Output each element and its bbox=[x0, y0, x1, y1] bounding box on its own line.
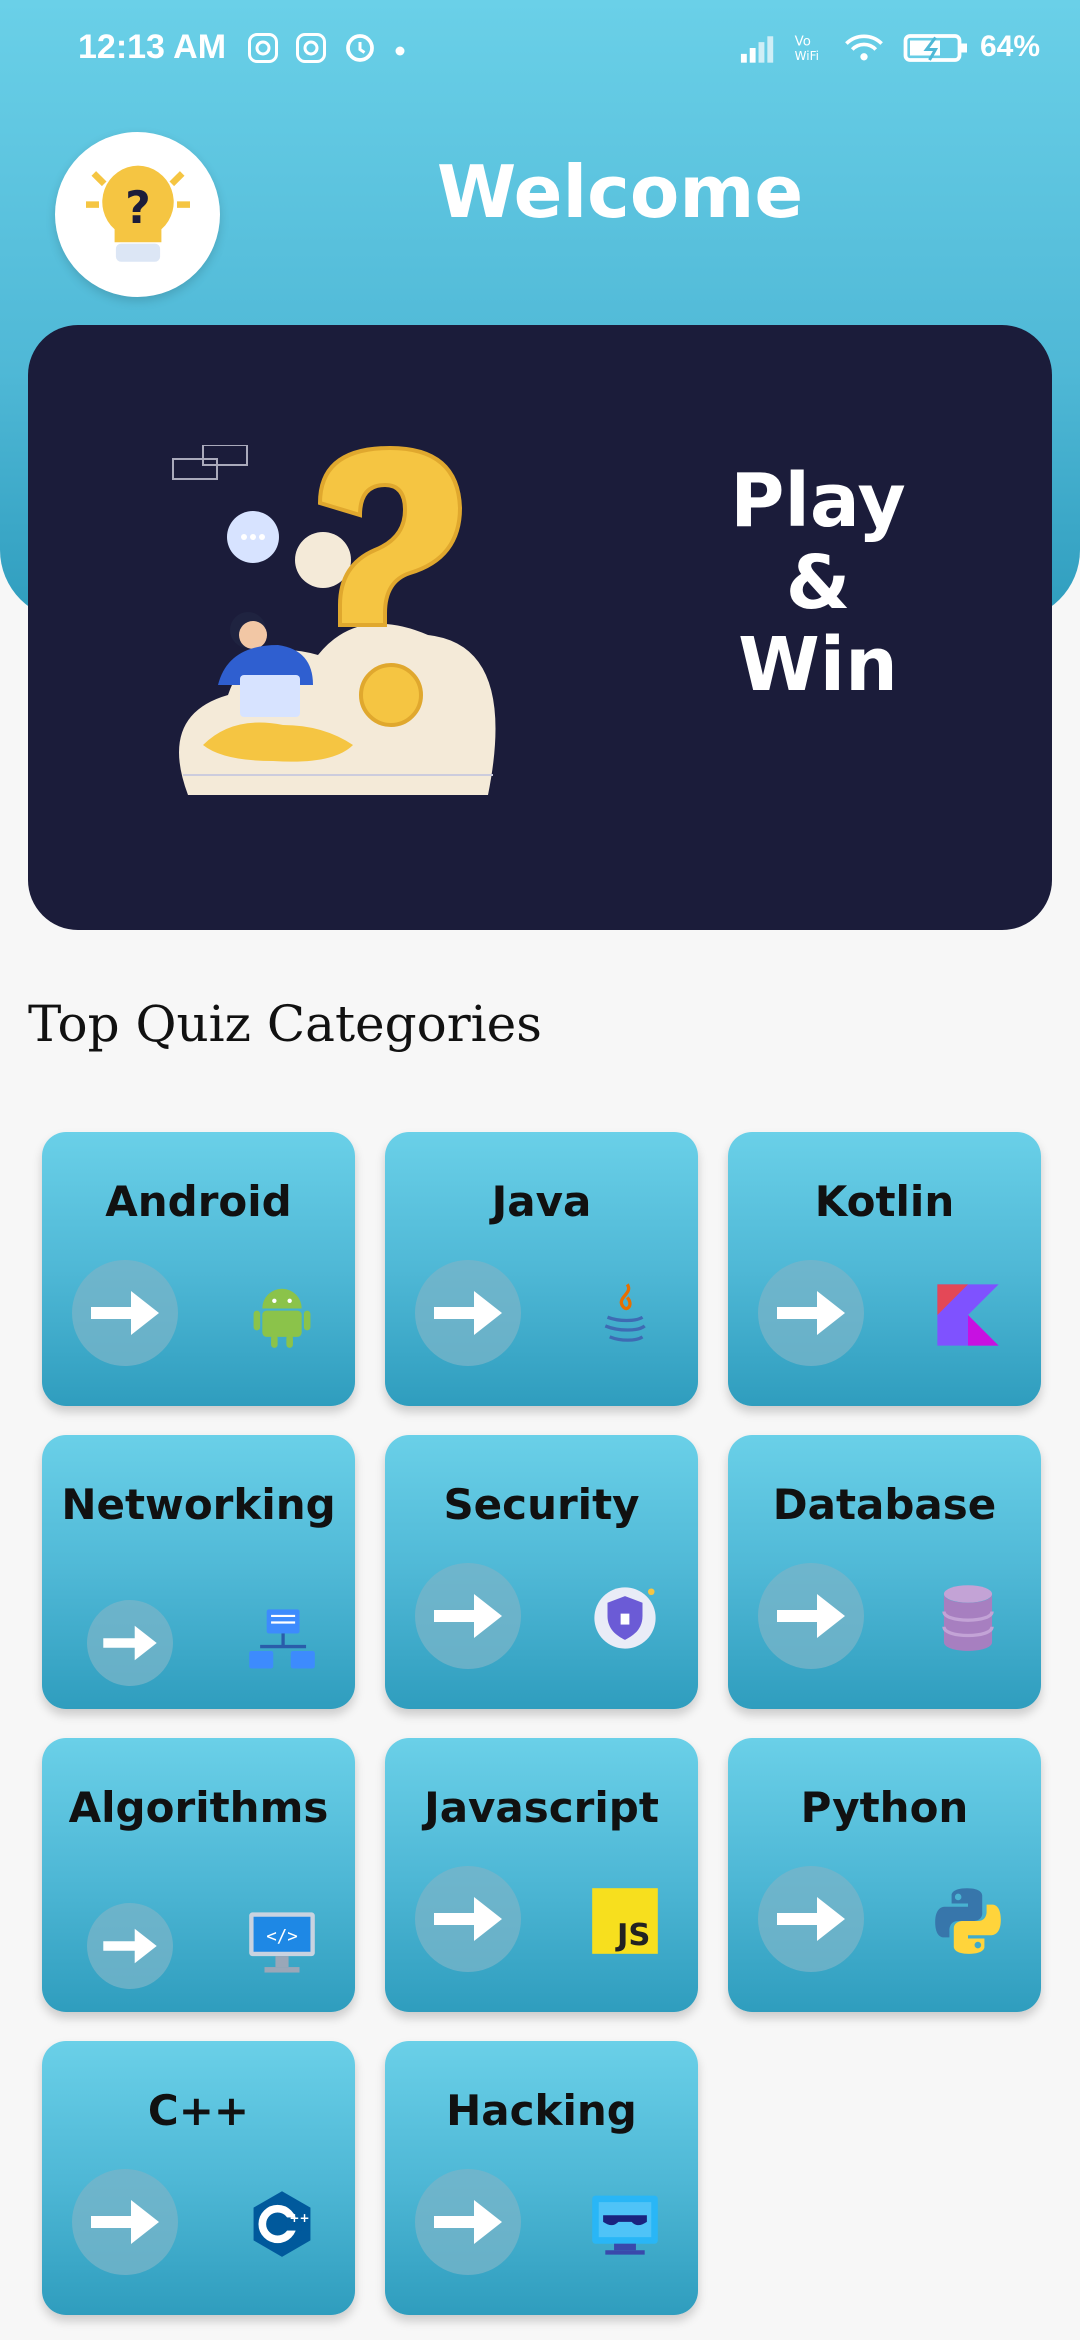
category-card-networking[interactable]: Networking bbox=[42, 1435, 355, 1709]
svg-text:++: ++ bbox=[289, 2211, 309, 2225]
banner-line-2: & bbox=[785, 540, 851, 626]
category-card-database[interactable]: Database bbox=[728, 1435, 1041, 1709]
arrow-right-button[interactable] bbox=[415, 1563, 521, 1669]
arrow-right-icon bbox=[434, 1897, 502, 1941]
lightbulb-icon: ? bbox=[85, 165, 190, 262]
svg-text:JS: JS bbox=[615, 1918, 650, 1953]
kotlin-icon bbox=[937, 1284, 999, 1346]
arrow-right-button[interactable] bbox=[415, 1260, 521, 1366]
category-title: Java bbox=[491, 1177, 592, 1226]
instagram-icon bbox=[296, 33, 326, 63]
category-card-cpp[interactable]: C++ ++ bbox=[42, 2041, 355, 2315]
banner-line-3: Win bbox=[738, 622, 898, 708]
category-card-algorithms[interactable]: Algorithms </> bbox=[42, 1738, 355, 2012]
arrow-right-icon bbox=[103, 1625, 157, 1661]
battery-percentage: 64% bbox=[980, 30, 1041, 63]
category-grid: Android Java Kotlin Networking Security … bbox=[42, 1132, 1042, 2340]
instagram-icon bbox=[248, 33, 278, 63]
arrow-right-button[interactable] bbox=[87, 1903, 173, 1989]
category-card-hacking[interactable]: Hacking bbox=[385, 2041, 698, 2315]
arrow-right-icon bbox=[777, 1594, 845, 1638]
category-card-javascript[interactable]: Javascript JS bbox=[385, 1738, 698, 2012]
category-title: Javascript bbox=[424, 1783, 659, 1832]
category-title: C++ bbox=[147, 2086, 250, 2135]
arrow-right-icon bbox=[91, 1291, 159, 1335]
java-icon bbox=[604, 1283, 646, 1342]
svg-text:WiFi: WiFi bbox=[795, 49, 819, 63]
arrow-right-button[interactable] bbox=[87, 1600, 173, 1686]
arrow-right-button[interactable] bbox=[415, 2169, 521, 2275]
wifi-icon bbox=[845, 34, 883, 61]
status-bar: 12:13 AM Vo WiFi 64% bbox=[0, 0, 1080, 100]
banner-line-1: Play bbox=[730, 458, 906, 544]
arrow-right-icon bbox=[103, 1928, 157, 1964]
arrow-right-button[interactable] bbox=[415, 1866, 521, 1972]
signal-icon bbox=[740, 36, 774, 63]
category-title: Kotlin bbox=[814, 1177, 955, 1226]
category-card-python[interactable]: Python bbox=[728, 1738, 1041, 2012]
category-card-security[interactable]: Security bbox=[385, 1435, 698, 1709]
arrow-right-button[interactable] bbox=[758, 1563, 864, 1669]
battery-icon bbox=[903, 34, 967, 62]
hacker-icon bbox=[592, 2195, 658, 2255]
cpp-icon: ++ bbox=[253, 2191, 311, 2257]
vowifi-icon: VoWiFi bbox=[795, 34, 819, 63]
arrow-right-icon bbox=[777, 1897, 845, 1941]
status-time: 12:13 AM bbox=[78, 28, 227, 66]
python-icon bbox=[935, 1888, 1001, 1954]
category-card-android[interactable]: Android bbox=[42, 1132, 355, 1406]
arrow-right-icon bbox=[91, 2200, 159, 2244]
sync-icon bbox=[346, 34, 374, 62]
arrow-right-button[interactable] bbox=[758, 1260, 864, 1366]
arrow-right-button[interactable] bbox=[758, 1866, 864, 1972]
category-title: Python bbox=[800, 1783, 969, 1832]
database-icon bbox=[942, 1585, 994, 1651]
android-icon bbox=[253, 1288, 311, 1348]
svg-text:?: ? bbox=[125, 182, 151, 233]
dot-icon bbox=[395, 46, 405, 56]
category-title: Algorithms bbox=[68, 1783, 329, 1832]
quiz-illustration bbox=[172, 445, 496, 795]
svg-text:Vo: Vo bbox=[795, 34, 811, 49]
code-monitor-icon: </> bbox=[249, 1912, 315, 1973]
category-title: Hacking bbox=[446, 2086, 637, 2135]
category-title: Android bbox=[105, 1177, 292, 1226]
category-title: Security bbox=[443, 1480, 640, 1529]
category-title: Database bbox=[772, 1480, 997, 1529]
arrow-right-button[interactable] bbox=[72, 2169, 178, 2275]
category-card-java[interactable]: Java bbox=[385, 1132, 698, 1406]
arrow-right-icon bbox=[434, 1291, 502, 1335]
category-card-kotlin[interactable]: Kotlin bbox=[728, 1132, 1041, 1406]
app-logo: ? bbox=[55, 132, 220, 297]
category-title: Networking bbox=[61, 1480, 336, 1529]
js-icon: JS bbox=[592, 1888, 658, 1954]
play-and-win-banner[interactable]: Play & Win bbox=[28, 325, 1052, 930]
shield-icon bbox=[594, 1587, 656, 1649]
section-title: Top Quiz Categories bbox=[28, 995, 542, 1053]
arrow-right-button[interactable] bbox=[72, 1260, 178, 1366]
arrow-right-icon bbox=[777, 1291, 845, 1335]
welcome-title: Welcome bbox=[436, 150, 804, 234]
arrow-right-icon bbox=[434, 2200, 502, 2244]
network-icon bbox=[249, 1609, 315, 1669]
arrow-right-icon bbox=[434, 1594, 502, 1638]
svg-text:</>: </> bbox=[266, 1927, 298, 1947]
